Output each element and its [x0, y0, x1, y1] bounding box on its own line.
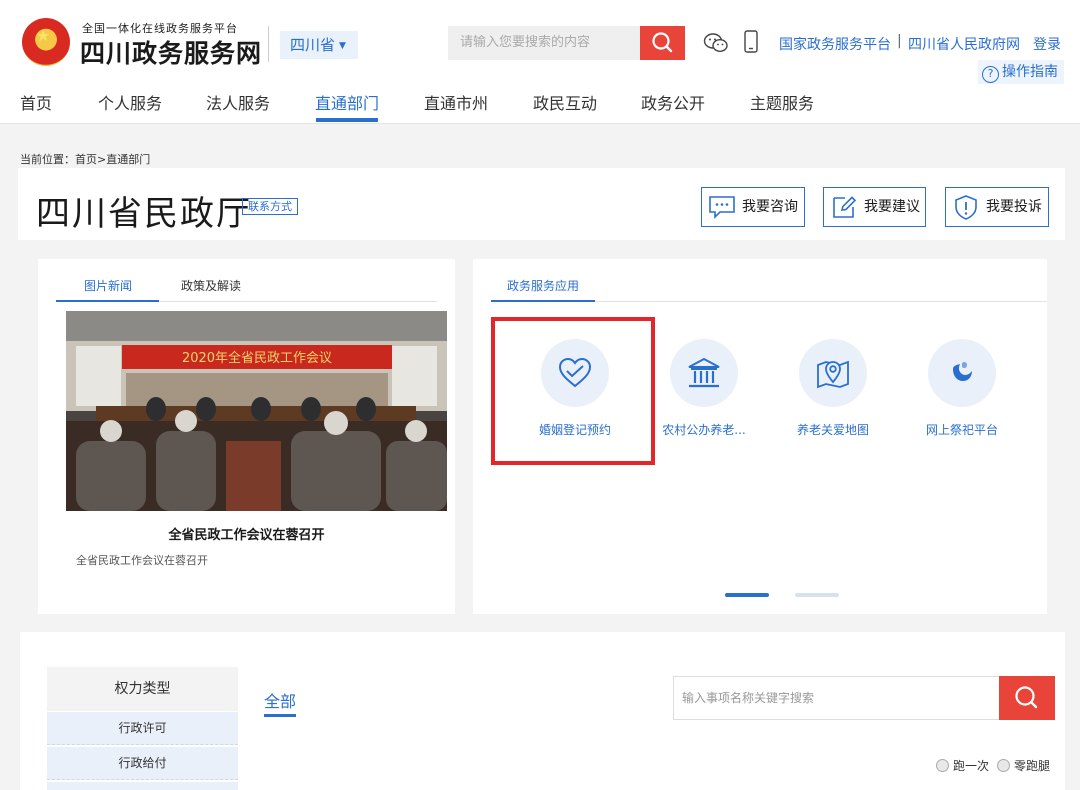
- filter-run-once[interactable]: 跑一次: [936, 757, 989, 774]
- radio-icon: [997, 759, 1010, 772]
- institution-icon: [688, 357, 720, 388]
- search-input[interactable]: 请输入您要搜索的内容: [448, 26, 640, 60]
- tab-all[interactable]: 全部: [264, 688, 296, 712]
- consult-button[interactable]: 我要咨询: [701, 187, 805, 227]
- contact-button[interactable]: 联系方式: [242, 198, 298, 215]
- tab-photo-news[interactable]: 图片新闻: [84, 277, 132, 294]
- nav-departments[interactable]: 直通部门: [315, 90, 379, 114]
- matters-section: 权力类型 行政许可 行政给付 全部 输入事项名称关键字搜索 跑一次 零跑腿: [20, 632, 1065, 790]
- nav-home[interactable]: 首页: [20, 90, 52, 114]
- site-title[interactable]: 四川政务服务网: [80, 34, 262, 70]
- news-panel: 图片新闻 政策及解读 2020年全省民政工作会议 全省民政工作会议在蓉召开 全省…: [38, 259, 455, 614]
- search-button[interactable]: [640, 26, 685, 60]
- wechat-icon[interactable]: [703, 32, 729, 54]
- help-icon: ?: [982, 66, 999, 83]
- tab-gov-apps[interactable]: 政务服务应用: [507, 277, 579, 294]
- search-icon: [1015, 686, 1038, 709]
- banner-text: 2020年全省民政工作会议: [182, 350, 332, 366]
- filter-label: 零跑腿: [1014, 759, 1051, 773]
- news-photo[interactable]: 2020年全省民政工作会议: [66, 311, 447, 511]
- matter-search-button[interactable]: [999, 676, 1055, 720]
- apps-panel: 政务服务应用 婚姻登记预约 农村公办养老... 养老关爱地图 网上祭祀平台: [473, 259, 1047, 614]
- guide-label: 操作指南: [1002, 64, 1058, 80]
- sidebar-item-more: [47, 782, 238, 790]
- login-link[interactable]: 登录: [1033, 34, 1061, 54]
- news-caption[interactable]: 全省民政工作会议在蓉召开: [38, 524, 455, 543]
- app-label: 养老关爱地图: [796, 423, 869, 437]
- consult-label: 我要咨询: [742, 199, 798, 215]
- tab-policy[interactable]: 政策及解读: [181, 277, 241, 294]
- app-label: 网上祭祀平台: [925, 423, 998, 437]
- tab-active-indicator: [491, 300, 595, 302]
- guide-button[interactable]: ? 操作指南: [978, 60, 1064, 84]
- tab-active-indicator: [264, 714, 296, 717]
- nav-topics[interactable]: 主题服务: [750, 90, 814, 114]
- region-label: 四川省: [290, 36, 336, 54]
- suggest-button[interactable]: 我要建议: [823, 187, 926, 227]
- nav-legal[interactable]: 法人服务: [206, 90, 270, 114]
- sidebar-item-payment[interactable]: 行政给付: [47, 747, 238, 780]
- app-rural-elderly-care[interactable]: 农村公办养老...: [639, 339, 769, 438]
- edit-icon: [833, 196, 857, 218]
- nav-public-affairs[interactable]: 政务公开: [641, 90, 705, 114]
- news-summary[interactable]: 全省民政工作会议在蓉召开: [76, 552, 208, 568]
- filter-zero-run[interactable]: 零跑腿: [997, 757, 1050, 774]
- carousel-dot-active[interactable]: [725, 593, 769, 597]
- matter-search-input[interactable]: 输入事项名称关键字搜索: [673, 676, 1000, 720]
- radio-icon: [936, 759, 949, 772]
- site-header: ★ 全国一体化在线政务服务平台 四川政务服务网 四川省 ▼ 请输入您要搜索的内容 …: [0, 0, 1080, 124]
- chevron-down-icon: ▼: [339, 40, 346, 51]
- app-online-memorial[interactable]: 网上祭祀平台: [897, 339, 1027, 438]
- link-national-platform[interactable]: 国家政务服务平台: [779, 34, 891, 54]
- app-icon-circle: [928, 339, 996, 407]
- nav-active-indicator: [316, 118, 378, 122]
- search-icon: [652, 32, 673, 53]
- filter-label: 跑一次: [953, 759, 990, 773]
- tab-active-indicator: [56, 300, 159, 302]
- highlight-box: [491, 317, 655, 465]
- app-elderly-care-map[interactable]: 养老关爱地图: [768, 339, 898, 438]
- region-selector[interactable]: 四川省 ▼: [280, 31, 358, 59]
- page-title: 四川省民政厅: [36, 194, 252, 234]
- sidebar-item-license[interactable]: 行政许可: [47, 712, 238, 745]
- suggest-label: 我要建议: [864, 199, 920, 215]
- complain-label: 我要投诉: [986, 199, 1042, 215]
- link-separator: |: [897, 33, 902, 49]
- app-label: 农村公办养老...: [662, 423, 746, 437]
- breadcrumb: 当前位置：首页>直通部门: [20, 153, 151, 166]
- shield-alert-icon: [955, 195, 977, 220]
- national-emblem-icon: ★: [22, 18, 70, 66]
- link-provincial-gov[interactable]: 四川省人民政府网: [908, 34, 1020, 54]
- app-icon-circle: [799, 339, 867, 407]
- chat-bubble-icon: [709, 196, 735, 219]
- conference-photo: 2020年全省民政工作会议: [66, 311, 447, 511]
- carousel-dot[interactable]: [795, 593, 839, 597]
- nav-personal[interactable]: 个人服务: [98, 90, 162, 114]
- memorial-icon: [953, 361, 972, 381]
- header-divider: [268, 26, 269, 62]
- app-icon-circle: [670, 339, 738, 407]
- nav-cities[interactable]: 直通市州: [424, 90, 488, 114]
- department-bar: 四川省民政厅 联系方式 我要咨询 我要建议 我要投诉: [18, 168, 1065, 240]
- complain-button[interactable]: 我要投诉: [945, 187, 1049, 227]
- map-pin-icon: [817, 360, 849, 389]
- mobile-icon[interactable]: [743, 30, 759, 54]
- nav-interaction[interactable]: 政民互动: [533, 90, 597, 114]
- sidebar-header: 权力类型: [47, 667, 238, 711]
